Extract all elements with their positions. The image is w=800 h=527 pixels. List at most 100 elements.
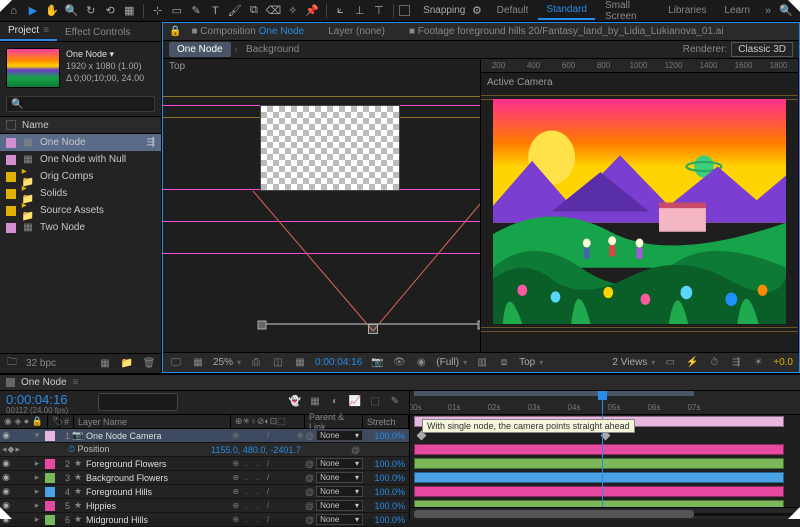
layer-switches[interactable]: ⊕../⊕	[231, 431, 305, 441]
visibility-toggle[interactable]: ◉	[0, 458, 12, 469]
new-comp-icon[interactable]: ▦	[97, 357, 113, 371]
time-ruler[interactable]: ;00s01s02s03s04s05s06s07s	[410, 391, 800, 415]
label-swatch[interactable]	[6, 189, 16, 199]
layer-row[interactable]: ◉ ▾ 1 📷 One Node Camera ⊕../⊕ @None▾ 100…	[0, 429, 409, 443]
search-layers-input[interactable]	[98, 393, 178, 411]
layer-color[interactable]	[45, 487, 55, 497]
anchor-tool-icon[interactable]: ⊹	[150, 3, 165, 19]
expand-toggle[interactable]: ▸	[32, 472, 42, 483]
snapping-checkbox[interactable]	[399, 5, 410, 16]
col-stretch[interactable]: Stretch	[363, 415, 409, 428]
local-axis-icon[interactable]: ⟀	[333, 3, 348, 19]
stretch-value[interactable]: 100.0%	[363, 473, 409, 483]
layer-name[interactable]: Background Flowers	[84, 473, 231, 483]
expand-toggle[interactable]: ▸	[32, 458, 42, 469]
puppet-tool-icon[interactable]: 📌	[304, 3, 319, 19]
workspace-learn[interactable]: Learn	[716, 2, 758, 19]
layer-row[interactable]: ◉ ▸ 6 ★ Midground Hills ⊕../ @None▾ 100.…	[0, 513, 409, 527]
brush-tool-icon[interactable]: 🖌	[227, 3, 242, 19]
pickwhip-icon[interactable]: @	[305, 501, 314, 511]
pickwhip-icon[interactable]: @	[305, 487, 314, 497]
eraser-tool-icon[interactable]: ⌫	[266, 3, 282, 19]
layer-row[interactable]: ◉ ▸ 3 ★ Background Flowers ⊕../ @None▾ 1…	[0, 471, 409, 485]
view-tab-onenode[interactable]: One Node	[169, 42, 231, 57]
roto-tool-icon[interactable]: ✧	[285, 3, 300, 19]
asset-row[interactable]: ▦ Two Node	[0, 219, 161, 236]
parent-dropdown[interactable]: None▾	[316, 486, 363, 497]
pen-tool-icon[interactable]: ✎	[188, 3, 203, 19]
pickwhip-icon[interactable]: @	[305, 473, 314, 483]
graph-editor-icon[interactable]: 📈	[347, 393, 363, 409]
prev-key-icon[interactable]: ◂	[2, 444, 7, 455]
label-swatch[interactable]	[6, 138, 16, 148]
stretch-value[interactable]: 100.0%	[363, 515, 409, 525]
view-layout-icon[interactable]: ▥	[475, 356, 489, 370]
grid-icon[interactable]: ▦	[191, 356, 205, 370]
property-value[interactable]: 1155.0, 480.0, -2401.7	[211, 445, 351, 455]
world-axis-icon[interactable]: ⊥	[352, 3, 367, 19]
pickwhip-icon[interactable]: @	[305, 515, 314, 525]
asset-row[interactable]: ▦ One Node ⇶	[0, 134, 161, 151]
parent-dropdown[interactable]: None▾	[316, 458, 363, 469]
layer-switches[interactable]: ⊕../	[231, 501, 305, 511]
brainstorm-icon[interactable]: ✎	[387, 393, 403, 409]
expand-toggle[interactable]: ▾	[32, 430, 42, 441]
viewport-top[interactable]: Top	[163, 59, 481, 352]
interpret-footage-icon[interactable]: 🗀	[4, 357, 20, 371]
camera-node[interactable]	[368, 324, 378, 334]
stretch-value[interactable]: 100.0%	[363, 431, 409, 441]
flowchart-icon[interactable]: ⇶	[147, 137, 155, 148]
channel-icon[interactable]: ◉	[414, 356, 428, 370]
label-column-icon[interactable]	[6, 120, 16, 130]
clone-tool-icon[interactable]: ⧉	[246, 3, 261, 19]
workspace-libraries[interactable]: Libraries	[660, 2, 714, 19]
layer-color[interactable]	[45, 459, 55, 469]
trash-icon[interactable]: 🗑	[141, 357, 157, 371]
camera-tool-icon[interactable]: ▦	[122, 3, 137, 19]
snapping-options-icon[interactable]: ⚙	[469, 3, 484, 19]
timeline-zoom-slider[interactable]	[410, 507, 800, 519]
pickwhip-icon[interactable]: @	[305, 459, 314, 469]
bpc-button[interactable]: 32 bpc	[26, 358, 56, 369]
layer-switches[interactable]: ⊕../	[231, 473, 305, 483]
expand-toggle[interactable]: ▸	[32, 514, 42, 525]
col-layer-name[interactable]: Layer Name	[74, 415, 231, 428]
cti-head[interactable]	[602, 391, 603, 414]
viewport-active-camera[interactable]: 20040060080010001200140016001800 Active …	[481, 59, 799, 352]
expression-pickwhip-icon[interactable]: @	[351, 445, 363, 455]
layer-name[interactable]: Hippies	[84, 501, 231, 511]
layer-bar[interactable]	[414, 472, 784, 483]
resolution-icon[interactable]: ⎙	[249, 356, 263, 370]
text-tool-icon[interactable]: T	[208, 3, 223, 19]
visibility-toggle[interactable]: ◉	[0, 472, 12, 483]
label-swatch[interactable]	[6, 223, 16, 233]
parent-dropdown[interactable]: None▾	[316, 514, 363, 525]
exposure-value[interactable]: +0.0	[773, 357, 793, 368]
view-tab-background[interactable]: Background	[238, 42, 307, 57]
tab-effect-controls[interactable]: Effect Controls	[57, 24, 138, 41]
parent-dropdown[interactable]: None▾	[316, 500, 363, 511]
layer-row[interactable]: ◉ ▸ 5 ★ Hippies ⊕../ @None▾ 100.0%	[0, 499, 409, 513]
stopwatch-icon[interactable]: ⏱	[68, 444, 75, 454]
pixel-aspect-icon[interactable]: ▭	[663, 356, 677, 370]
label-swatch[interactable]	[6, 206, 16, 216]
zoom-dropdown[interactable]: 25%	[213, 357, 241, 368]
expand-toggle[interactable]: ▸	[32, 500, 42, 511]
add-key-icon[interactable]: ◆	[8, 444, 15, 455]
viewer-timecode[interactable]: 0:00:04:16	[315, 357, 362, 368]
stretch-value[interactable]: 100.0%	[363, 501, 409, 511]
rotation-tool-icon[interactable]: ⟲	[102, 3, 117, 19]
layer-bar[interactable]	[414, 444, 784, 455]
transparency-icon[interactable]: ▦	[293, 356, 307, 370]
layer-bar[interactable]	[414, 458, 784, 469]
layer-switches[interactable]: ⊕../	[231, 487, 305, 497]
resolution-dropdown[interactable]: (Full)	[436, 357, 467, 368]
hand-tool-icon[interactable]: ✋	[45, 3, 60, 19]
layer-color[interactable]	[45, 473, 55, 483]
views-dropdown[interactable]: 2 Views	[612, 357, 655, 368]
shy-icon[interactable]: 👻	[287, 393, 303, 409]
layer-switches[interactable]: ⊕../	[231, 515, 305, 525]
new-folder-icon[interactable]: 📁	[119, 357, 135, 371]
asset-row[interactable]: ▸ 📁 Source Assets	[0, 202, 161, 219]
layer-tab[interactable]: Layer (none)	[328, 26, 385, 37]
